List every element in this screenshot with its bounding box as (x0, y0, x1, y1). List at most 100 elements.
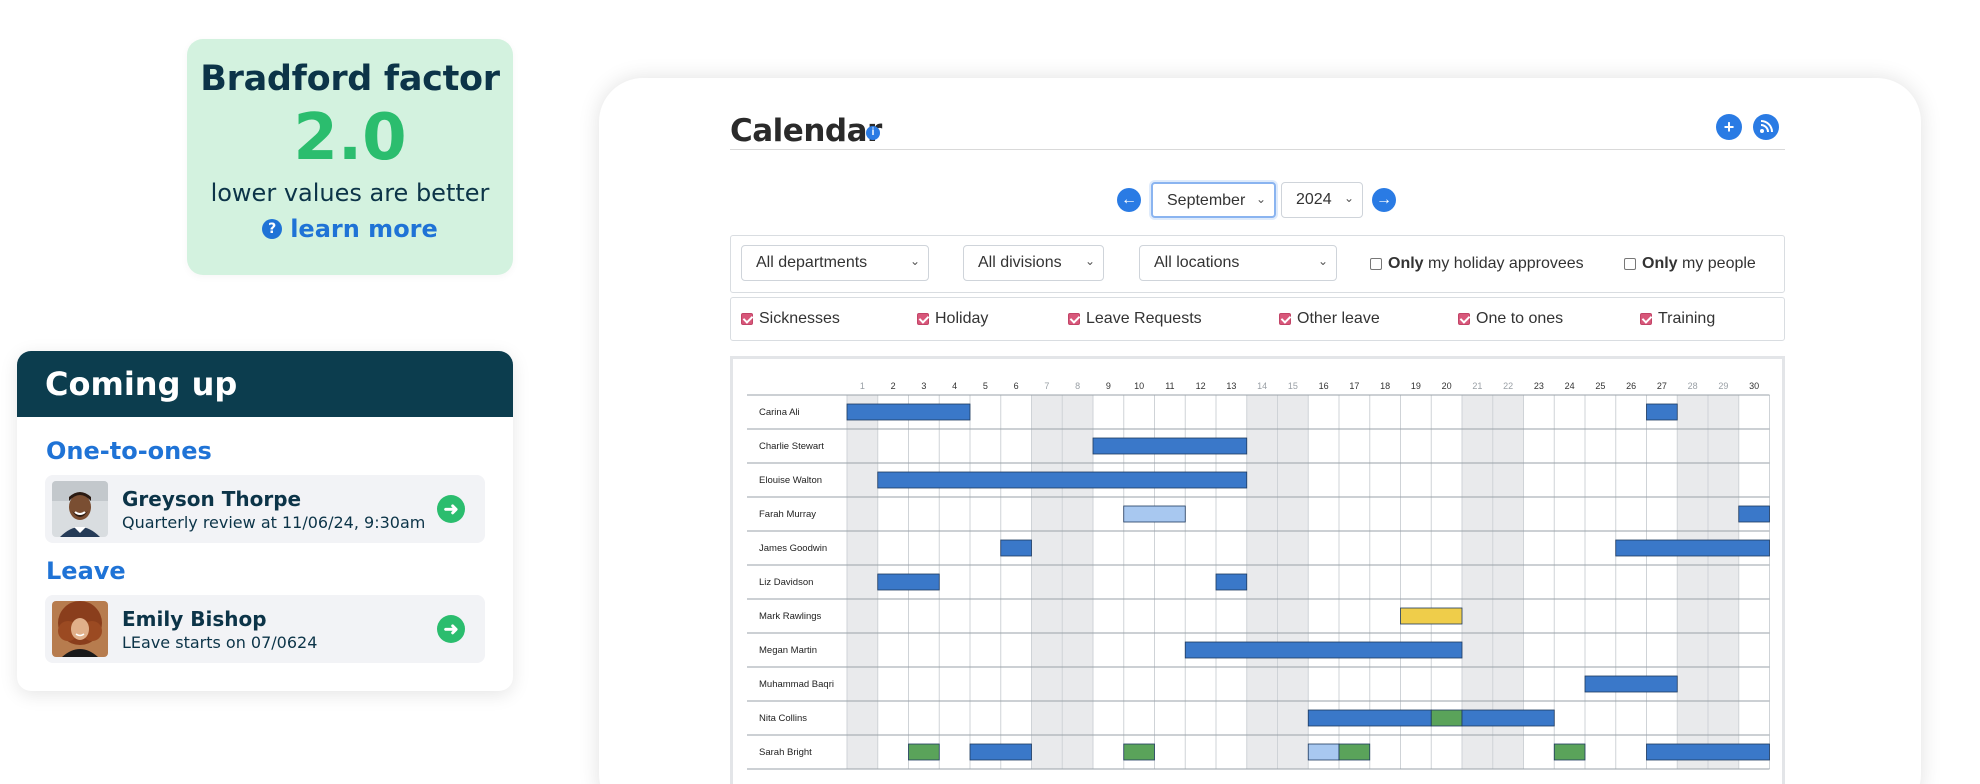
leave-bar-training (1338, 743, 1371, 761)
bradford-factor-card: Bradford factor 2.0 lower values are bet… (187, 39, 513, 275)
type-label: One to ones (1476, 310, 1564, 327)
day-header: 27 (1657, 381, 1667, 391)
only-my-approvees-checkbox[interactable]: Only my holiday approvees (1370, 255, 1584, 273)
type-label: Sicknesses (759, 310, 840, 327)
prev-month-button[interactable]: ← (1117, 188, 1141, 212)
leave-bar-other (1400, 607, 1463, 625)
leave-bar-request (1123, 505, 1186, 523)
leave-bar-holiday (969, 743, 1032, 761)
division-select[interactable]: All divisions ⌄ (963, 245, 1104, 281)
day-header: 19 (1411, 381, 1421, 391)
chevron-down-icon: ⌄ (1255, 192, 1266, 206)
arrow-right-icon[interactable]: ➜ (437, 495, 465, 523)
employee-name: Mark Rawlings (759, 611, 822, 622)
leave-bar-training (1123, 743, 1155, 761)
employee-name: Farah Murray (759, 509, 816, 520)
bradford-hint: lower values are better (210, 179, 490, 207)
type-checkbox-training[interactable]: Training (1640, 310, 1715, 328)
type-label: Training (1658, 310, 1716, 327)
employee-name: Charlie Stewart (759, 441, 824, 452)
day-header: 26 (1626, 381, 1636, 391)
leave-bar-holiday (1307, 709, 1432, 727)
employee-name: Muhammad Baqri (759, 679, 834, 690)
employee-name: Elouise Walton (759, 475, 822, 486)
day-header: 29 (1718, 381, 1728, 391)
checkbox-box[interactable] (1640, 313, 1652, 325)
day-header: 20 (1442, 381, 1452, 391)
department-value: All departments (756, 254, 868, 271)
employee-name: Carina Ali (759, 407, 800, 418)
employee-name: Liz Davidson (759, 577, 813, 588)
event-detail: Quarterly review at 11/06/24, 9:30am (122, 512, 426, 532)
leave-bar-holiday (1184, 641, 1463, 659)
type-checkbox-leave-requests[interactable]: Leave Requests (1068, 310, 1202, 328)
coming-up-card: Coming up One-to-ones Greyson Thorpe Qua… (17, 351, 513, 691)
type-checkbox-sicknesses[interactable]: Sicknesses (741, 310, 840, 328)
day-header: 2 (891, 381, 896, 391)
avatar (52, 481, 108, 537)
employee-name: Megan Martin (759, 645, 817, 656)
day-header: 30 (1749, 381, 1759, 391)
weekend-column (847, 395, 878, 769)
checkbox-box[interactable] (741, 313, 753, 325)
checkbox-box[interactable] (1458, 313, 1470, 325)
info-icon[interactable]: i (866, 126, 880, 140)
checkbox-box[interactable] (1279, 313, 1291, 325)
leave-bar-holiday (877, 471, 1248, 489)
only-my-people-label: Only my people (1642, 255, 1756, 272)
location-value: All locations (1154, 254, 1240, 271)
leave-bar-holiday (1646, 403, 1678, 421)
day-header: 8 (1075, 381, 1080, 391)
coming-up-title: Coming up (17, 351, 513, 417)
chevron-down-icon: ⌄ (1343, 191, 1354, 205)
type-checkbox-other-leave[interactable]: Other leave (1279, 310, 1380, 328)
list-item-one-to-one[interactable]: Greyson Thorpe Quarterly review at 11/06… (45, 475, 485, 543)
avatar (52, 601, 108, 657)
day-header: 21 (1472, 381, 1482, 391)
chevron-down-icon: ⌄ (1084, 254, 1095, 268)
day-header: 28 (1688, 381, 1698, 391)
year-select[interactable]: 2024 ⌄ (1281, 182, 1363, 218)
day-header: 16 (1319, 381, 1329, 391)
calendar-feed-button[interactable] (1753, 114, 1779, 140)
leave-bar-training (1430, 709, 1463, 727)
type-checkbox-one-to-ones[interactable]: One to ones (1458, 310, 1563, 328)
event-detail: LEave starts on 07/0624 (122, 632, 318, 652)
type-label: Holiday (935, 310, 989, 327)
next-month-button[interactable]: → (1372, 188, 1396, 212)
type-checkbox-holiday[interactable]: Holiday (917, 310, 988, 328)
list-item-leave[interactable]: Emily Bishop LEave starts on 07/0624 ➜ (45, 595, 485, 663)
bradford-title: Bradford factor (200, 59, 500, 99)
weekend-column (1246, 395, 1278, 769)
location-select[interactable]: All locations ⌄ (1139, 245, 1337, 281)
calendar-grid: 1 2 3 4 5 6 7 8 9 10 11 12 13 14 15 16 17 18 19 20 21 22 23 24 2… (730, 356, 1785, 784)
month-select[interactable]: September ⌄ (1151, 182, 1276, 218)
leave-bar-training (908, 743, 940, 761)
question-circle-icon: ? (262, 219, 283, 239)
checkbox-box[interactable] (1624, 258, 1636, 270)
section-heading-one-to-ones: One-to-ones (46, 437, 212, 465)
department-select[interactable]: All departments ⌄ (741, 245, 929, 281)
leave-bar-training (1553, 743, 1586, 761)
only-my-people-checkbox[interactable]: Only my people (1624, 255, 1756, 273)
leave-bar-holiday (1615, 539, 1770, 557)
only-my-approvees-label: Only my holiday approvees (1388, 255, 1584, 272)
day-header: 24 (1565, 381, 1575, 391)
weekend-column (1677, 395, 1708, 769)
year-value: 2024 (1296, 191, 1332, 208)
leave-bar-holiday (1215, 573, 1248, 591)
section-heading-leave: Leave (46, 557, 126, 585)
leave-bar-holiday (846, 403, 971, 421)
day-header: 15 (1288, 381, 1298, 391)
checkbox-box[interactable] (1370, 258, 1382, 270)
checkbox-box[interactable] (917, 313, 929, 325)
day-header: 23 (1534, 381, 1544, 391)
chevron-down-icon: ⌄ (1317, 254, 1328, 268)
learn-more-link[interactable]: ? learn more (262, 215, 438, 243)
weekend-column (1708, 395, 1739, 769)
checkbox-box[interactable] (1068, 313, 1080, 325)
day-header: 1 (860, 381, 865, 391)
add-event-button[interactable]: + (1716, 114, 1742, 140)
page-title: Calendar (730, 113, 882, 149)
arrow-right-icon[interactable]: ➜ (437, 615, 465, 643)
